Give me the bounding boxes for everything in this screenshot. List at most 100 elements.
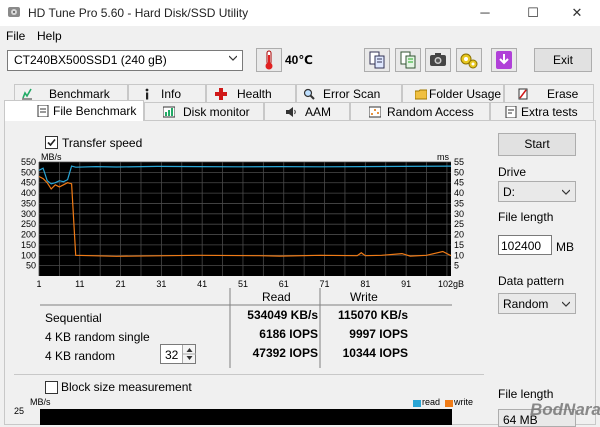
y-tick-label: 200 <box>21 230 36 240</box>
row-label-4kb-random-single: 4 KB random single <box>45 330 150 344</box>
transfer-speed-chart: 50 5100 10150 15200 20250 25300 30350 35400 4045… <box>21 152 464 289</box>
y-tick-label: 350 <box>21 198 36 208</box>
start-button[interactable]: Start <box>498 133 576 156</box>
y-tick-label: 100 <box>21 250 36 260</box>
tab-extra-tests[interactable]: Extra tests <box>490 102 594 120</box>
y-tick-label: 450 <box>21 178 36 188</box>
exit-button[interactable]: Exit <box>534 48 592 72</box>
tab-label: File Benchmark <box>53 104 137 118</box>
random-access-icon <box>369 106 381 118</box>
y2-tick-label: 5 <box>454 261 459 271</box>
tab-folder-usage[interactable]: Folder Usage <box>402 84 504 102</box>
y2-tick-label: 50 <box>454 167 464 177</box>
legend-write-swatch <box>445 400 453 407</box>
block-size-chart <box>40 409 452 425</box>
maximize-button[interactable]: ☐ <box>510 0 556 26</box>
y-tick-label: 150 <box>21 240 36 250</box>
save-button[interactable] <box>491 48 517 72</box>
menu-help[interactable]: Help <box>37 29 62 43</box>
folder-icon <box>415 89 427 100</box>
random-read-value: 47392 IOPS <box>252 346 318 360</box>
file-benchmark-icon <box>37 105 49 117</box>
tab-file-benchmark[interactable]: File Benchmark <box>4 100 144 121</box>
camera-icon <box>430 53 446 66</box>
y-axis-label: MB/s <box>41 152 62 162</box>
minimize-button[interactable]: ─ <box>462 0 508 26</box>
queue-depth-spinner[interactable]: 32 <box>160 344 196 364</box>
data-pattern-select[interactable]: Random <box>498 293 576 314</box>
hdtune-app-icon <box>8 7 20 17</box>
screenshot-button[interactable] <box>425 48 451 72</box>
copy-info-button[interactable] <box>364 48 390 72</box>
tab-disk-monitor[interactable]: Disk monitor <box>144 102 264 120</box>
y2-tick-label: 35 <box>454 198 464 208</box>
tab-label: Benchmark <box>49 87 110 101</box>
download-icon <box>496 51 512 69</box>
y-tick-label: 300 <box>21 209 36 219</box>
y2-tick-label: 55 <box>454 157 464 167</box>
health-icon <box>215 88 227 100</box>
close-button[interactable]: ✕ <box>554 0 600 26</box>
extra-tests-icon <box>505 106 517 118</box>
results-header-read: Read <box>262 290 291 304</box>
random-single-read-value: 6186 IOPS <box>259 327 318 341</box>
transfer-speed-checkbox[interactable] <box>45 136 58 149</box>
erase-icon <box>518 88 528 100</box>
block-chart-ytick: 25 <box>14 406 25 416</box>
block-size-label: Block size measurement <box>61 380 192 394</box>
drive-select[interactable]: D: <box>498 181 576 202</box>
tab-aam[interactable]: AAM <box>264 102 350 120</box>
menu-bar: File Help <box>0 26 600 46</box>
menu-file[interactable]: File <box>6 29 25 43</box>
drive-label: Drive <box>498 165 527 179</box>
chevron-down-icon <box>562 189 570 195</box>
app-window: HD Tune Pro 5.60 - Hard Disk/SSD Utility… <box>0 0 600 427</box>
tab-error-scan[interactable]: Error Scan <box>296 84 402 102</box>
copy-text-button[interactable] <box>395 48 421 72</box>
drive-select-value: D: <box>503 185 515 199</box>
tab-health[interactable]: Health <box>206 84 296 102</box>
block-size-checkbox[interactable] <box>45 381 58 394</box>
tab-random-access[interactable]: Random Access <box>350 102 490 120</box>
row-label-4kb-random: 4 KB random <box>45 349 116 363</box>
temperature-value: 40℃ <box>285 53 313 67</box>
y-tick-label: 250 <box>21 219 36 229</box>
tab-label: Erase <box>547 87 579 101</box>
file-length-unit: MB <box>556 240 574 254</box>
temperature-button[interactable] <box>256 48 282 72</box>
data-pattern-value: Random <box>503 297 549 311</box>
y2-tick-label: 10 <box>454 250 464 260</box>
sequential-write-value: 115070 KB/s <box>337 308 408 322</box>
drive-dropdown[interactable]: CT240BX500SSD1 (240 gB) <box>7 50 243 71</box>
benchmark-icon <box>22 88 32 100</box>
sequential-read-value: 534049 KB/s <box>247 308 318 322</box>
section-divider <box>14 374 484 375</box>
legend-read-label: read <box>422 397 441 407</box>
file-length-label: File length <box>498 210 554 224</box>
file-length-2-label: File length <box>498 387 554 401</box>
file-length-input[interactable]: 102400 <box>498 235 552 255</box>
random-single-write-value: 9997 IOPS <box>349 327 408 341</box>
speaker-icon <box>286 107 296 117</box>
title-bar: HD Tune Pro 5.60 - Hard Disk/SSD Utility… <box>0 0 600 26</box>
tab-label: Disk monitor <box>183 105 250 119</box>
row-label-sequential: Sequential <box>45 311 102 325</box>
transfer-speed-label: Transfer speed <box>62 136 143 150</box>
y2-tick-label: 25 <box>454 219 464 229</box>
tab-label: Info <box>161 87 182 101</box>
tab-erase[interactable]: Erase <box>504 84 594 102</box>
file-length-value: 102400 <box>501 239 542 253</box>
y2-tick-label: 45 <box>454 178 464 188</box>
chart-plot-area <box>39 162 451 276</box>
watermark: BodNara <box>530 400 600 419</box>
y-tick-label: 500 <box>21 167 36 177</box>
y2-axis-label: ms <box>437 152 449 162</box>
options-button[interactable] <box>456 48 482 72</box>
data-pattern-label: Data pattern <box>498 274 565 288</box>
chevron-down-icon <box>562 301 570 307</box>
checkmark-icon <box>47 138 56 147</box>
thermometer-icon <box>265 50 273 70</box>
tab-label: Folder Usage <box>429 87 502 101</box>
spinner-arrows[interactable] <box>182 345 196 363</box>
y-tick-label: 50 <box>26 261 36 271</box>
